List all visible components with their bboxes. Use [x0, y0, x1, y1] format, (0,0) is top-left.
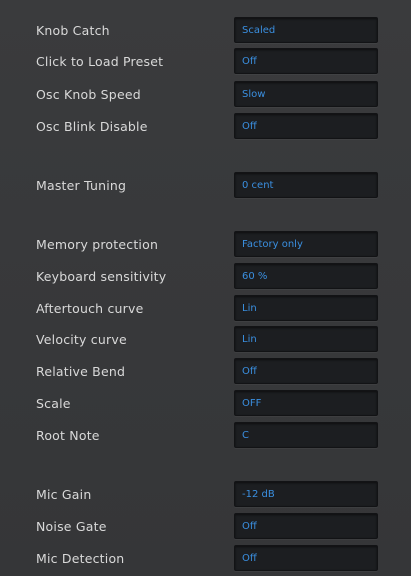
- setting-row-knob-catch: Knob Catch Scaled: [0, 17, 411, 47]
- setting-row-memory-protection: Memory protection Factory only: [0, 231, 411, 261]
- root-note-value: C: [242, 430, 249, 441]
- setting-row-mic-gain: Mic Gain -12 dB: [0, 481, 411, 511]
- osc-knob-speed-value: Slow: [242, 89, 266, 100]
- setting-label-velocity-curve: Velocity curve: [36, 332, 127, 347]
- osc-knob-speed-dropdown[interactable]: Slow: [234, 81, 378, 107]
- aftertouch-curve-value: Lin: [242, 303, 257, 314]
- memory-protection-value: Factory only: [242, 239, 303, 250]
- mic-detection-dropdown[interactable]: Off: [234, 545, 378, 571]
- setting-label-root-note: Root Note: [36, 428, 100, 443]
- mic-gain-field[interactable]: -12 dB: [234, 481, 378, 507]
- setting-row-osc-knob-speed: Osc Knob Speed Slow: [0, 81, 411, 111]
- setting-label-osc-blink-disable: Osc Blink Disable: [36, 119, 148, 134]
- setting-row-aftertouch-curve: Aftertouch curve Lin: [0, 295, 411, 325]
- memory-protection-dropdown[interactable]: Factory only: [234, 231, 378, 257]
- setting-row-master-tuning: Master Tuning 0 cent: [0, 172, 411, 202]
- setting-row-keyboard-sensitivity: Keyboard sensitivity 60 %: [0, 263, 411, 293]
- setting-label-aftertouch-curve: Aftertouch curve: [36, 301, 144, 316]
- relative-bend-dropdown[interactable]: Off: [234, 358, 378, 384]
- settings-panel: Knob Catch Scaled Click to Load Preset O…: [0, 0, 411, 576]
- relative-bend-value: Off: [242, 366, 257, 377]
- velocity-curve-value: Lin: [242, 334, 257, 345]
- setting-row-osc-blink-disable: Osc Blink Disable Off: [0, 113, 411, 143]
- mic-detection-value: Off: [242, 553, 257, 564]
- setting-row-mic-detection: Mic Detection Off: [0, 545, 411, 575]
- setting-label-keyboard-sensitivity: Keyboard sensitivity: [36, 269, 167, 284]
- mic-gain-value: -12 dB: [242, 489, 275, 500]
- keyboard-sensitivity-field[interactable]: 60 %: [234, 263, 378, 289]
- click-to-load-preset-dropdown[interactable]: Off: [234, 48, 378, 74]
- scale-dropdown[interactable]: OFF: [234, 390, 378, 416]
- setting-label-noise-gate: Noise Gate: [36, 519, 107, 534]
- setting-row-relative-bend: Relative Bend Off: [0, 358, 411, 388]
- master-tuning-value: 0 cent: [242, 180, 274, 191]
- scale-value: OFF: [242, 398, 262, 409]
- setting-label-scale: Scale: [36, 396, 71, 411]
- setting-row-velocity-curve: Velocity curve Lin: [0, 326, 411, 356]
- setting-label-knob-catch: Knob Catch: [36, 23, 110, 38]
- setting-label-mic-gain: Mic Gain: [36, 487, 92, 502]
- setting-label-osc-knob-speed: Osc Knob Speed: [36, 87, 141, 102]
- noise-gate-value: Off: [242, 521, 257, 532]
- setting-label-relative-bend: Relative Bend: [36, 364, 126, 379]
- noise-gate-dropdown[interactable]: Off: [234, 513, 378, 539]
- setting-label-master-tuning: Master Tuning: [36, 178, 127, 193]
- setting-row-scale: Scale OFF: [0, 390, 411, 420]
- aftertouch-curve-dropdown[interactable]: Lin: [234, 295, 378, 321]
- root-note-dropdown[interactable]: C: [234, 422, 378, 448]
- setting-label-mic-detection: Mic Detection: [36, 551, 125, 566]
- knob-catch-value: Scaled: [242, 25, 276, 36]
- velocity-curve-dropdown[interactable]: Lin: [234, 326, 378, 352]
- setting-label-click-to-load-preset: Click to Load Preset: [36, 54, 164, 69]
- osc-blink-disable-dropdown[interactable]: Off: [234, 113, 378, 139]
- osc-blink-disable-value: Off: [242, 121, 257, 132]
- click-to-load-preset-value: Off: [242, 56, 257, 67]
- master-tuning-field[interactable]: 0 cent: [234, 172, 378, 198]
- setting-label-memory-protection: Memory protection: [36, 237, 159, 252]
- knob-catch-dropdown[interactable]: Scaled: [234, 17, 378, 43]
- setting-row-root-note: Root Note C: [0, 422, 411, 452]
- setting-row-click-to-load-preset: Click to Load Preset Off: [0, 48, 411, 78]
- setting-row-noise-gate: Noise Gate Off: [0, 513, 411, 543]
- keyboard-sensitivity-value: 60 %: [242, 271, 268, 282]
